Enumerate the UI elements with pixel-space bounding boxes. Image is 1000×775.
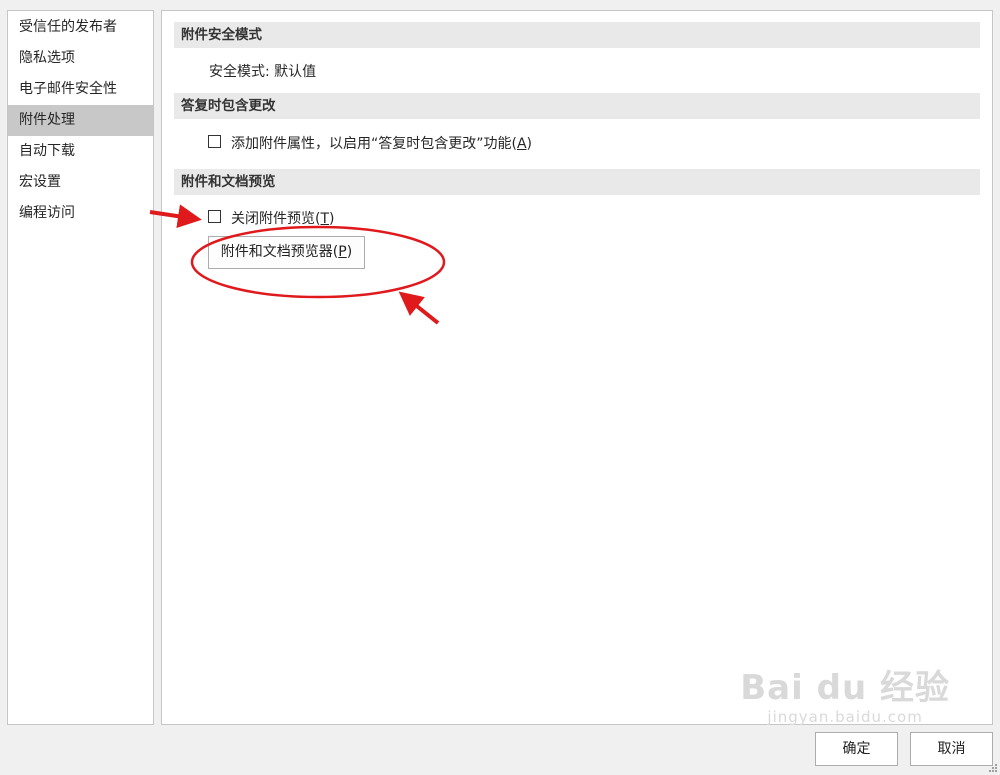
sidebar-item-attachment-handling[interactable]: 附件处理: [8, 105, 153, 136]
sidebar-item-macro-settings[interactable]: 宏设置: [8, 167, 153, 198]
sidebar-item-automatic-download[interactable]: 自动下载: [8, 136, 153, 167]
add-attachment-properties-checkbox[interactable]: [208, 135, 221, 148]
cancel-button[interactable]: 取消: [910, 732, 993, 766]
add-attachment-properties-option[interactable]: 添加附件属性，以启用“答复时包含更改”功能(A): [208, 133, 532, 153]
add-attachment-properties-label: 添加附件属性，以启用“答复时包含更改”功能(A): [231, 136, 533, 152]
security-mode-value: 安全模式: 默认值: [209, 64, 317, 80]
ok-button[interactable]: 确定: [815, 732, 898, 766]
section-header-attachment-document-preview: 附件和文档预览: [174, 169, 980, 195]
sidebar-item-privacy-options[interactable]: 隐私选项: [8, 43, 153, 74]
sidebar-item-trusted-publishers[interactable]: 受信任的发布者: [8, 12, 153, 43]
resize-grip-icon[interactable]: [987, 762, 997, 772]
turn-off-attachment-preview-option[interactable]: 关闭附件预览(T): [208, 208, 335, 228]
sidebar-item-programmatic-access[interactable]: 编程访问: [8, 198, 153, 229]
settings-panel: 附件安全模式 安全模式: 默认值 答复时包含更改 添加附件属性，以启用“答复时包…: [161, 10, 993, 725]
sidebar-item-email-security[interactable]: 电子邮件安全性: [8, 74, 153, 105]
section-header-reply-with-changes: 答复时包含更改: [174, 93, 980, 119]
attachment-document-previewers-button[interactable]: 附件和文档预览器(P): [208, 236, 365, 269]
options-sidebar: 受信任的发布者 隐私选项 电子邮件安全性 附件处理 自动下载 宏设置 编程访问: [7, 10, 154, 725]
baidu-watermark: Bai du 经验 jingyan.baidu.com: [740, 668, 950, 726]
baidu-watermark-logo: Bai du 经验: [740, 668, 950, 708]
turn-off-attachment-preview-label: 关闭附件预览(T): [231, 211, 335, 227]
turn-off-attachment-preview-checkbox[interactable]: [208, 210, 221, 223]
baidu-watermark-url: jingyan.baidu.com: [767, 708, 923, 726]
section-header-attachment-security-mode: 附件安全模式: [174, 22, 980, 48]
